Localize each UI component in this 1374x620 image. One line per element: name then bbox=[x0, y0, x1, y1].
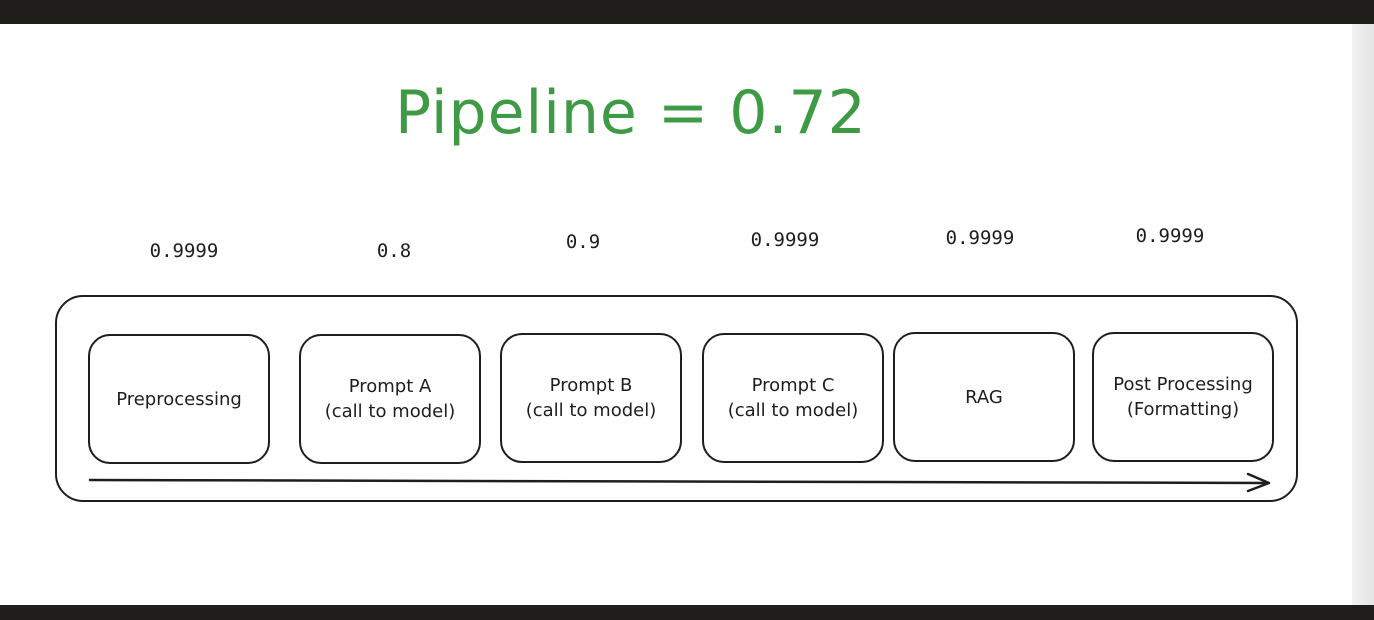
stage-label: Prompt B bbox=[549, 375, 633, 396]
right-edge-shadow bbox=[1352, 24, 1374, 605]
pipeline-title: Pipeline = 0.72 bbox=[395, 78, 867, 148]
stage-box-post-processing: Post Processing (Formatting) bbox=[1092, 332, 1274, 462]
bottom-border-bar bbox=[0, 605, 1374, 620]
flow-arrow-shaft bbox=[88, 478, 1270, 485]
stage-score-prompt-a: 0.8 bbox=[376, 240, 412, 262]
stage-score-preprocessing: 0.9999 bbox=[149, 240, 219, 262]
stage-sublabel: (call to model) bbox=[525, 400, 657, 421]
stage-label: RAG bbox=[965, 386, 1003, 408]
stage-score-prompt-b: 0.9 bbox=[565, 231, 601, 253]
stage-label: Prompt A bbox=[348, 376, 432, 397]
stage-box-rag: RAG bbox=[893, 332, 1075, 462]
stage-box-prompt-a: Prompt A (call to model) bbox=[299, 334, 481, 464]
stage-box-prompt-c: Prompt C (call to model) bbox=[702, 333, 884, 463]
stage-sublabel: (call to model) bbox=[324, 401, 456, 422]
stage-label: Prompt C bbox=[751, 375, 835, 396]
stage-score-post-processing: 0.9999 bbox=[1135, 225, 1205, 247]
stage-score-prompt-c: 0.9999 bbox=[750, 229, 820, 251]
stage-box-prompt-b: Prompt B (call to model) bbox=[500, 333, 682, 463]
stage-score-rag: 0.9999 bbox=[945, 227, 1015, 249]
stage-box-preprocessing: Preprocessing bbox=[88, 334, 270, 464]
stage-label: Post Processing bbox=[1113, 374, 1253, 395]
stage-sublabel: (Formatting) bbox=[1126, 399, 1240, 420]
top-border-bar bbox=[0, 0, 1374, 24]
stage-sublabel: (call to model) bbox=[727, 400, 859, 421]
diagram-canvas: Pipeline = 0.72 0.9999 0.8 0.9 0.9999 0.… bbox=[0, 0, 1374, 620]
flow-arrow bbox=[88, 472, 1271, 493]
stage-label: Preprocessing bbox=[116, 388, 242, 410]
